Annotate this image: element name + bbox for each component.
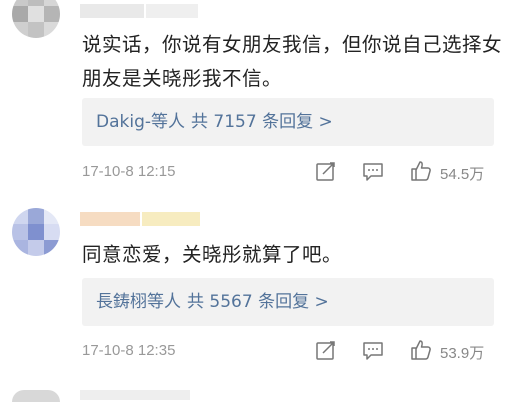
replies-link[interactable]: 長鋳栩等人共 5567 条回复 > [82, 278, 494, 326]
comment-time: 17-10-8 12:15 [82, 163, 176, 180]
avatar-pixel [28, 240, 44, 256]
avatar-pixel [44, 22, 60, 38]
next-comment-peek [0, 386, 510, 402]
replies-link[interactable]: Dakig-等人共 7157 条回复 > [82, 98, 494, 146]
thumbs-up-icon[interactable] [409, 159, 431, 181]
username-blurred[interactable] [80, 4, 198, 18]
avatar-pixel [44, 208, 60, 224]
avatar[interactable] [12, 0, 60, 38]
username-blurred [80, 390, 190, 400]
avatar-pixel [28, 6, 44, 22]
thumbs-up-icon[interactable] [409, 338, 431, 360]
like-count: 54.5万 [440, 166, 485, 183]
avatar[interactable] [12, 208, 60, 256]
reply-users: Dakig-等人 [96, 112, 186, 132]
avatar-pixel [44, 224, 60, 240]
avatar-pixel [44, 6, 60, 22]
like-count: 53.9万 [440, 345, 485, 362]
reply-count: 共 5567 条回复 > [187, 292, 329, 312]
avatar-pixel [12, 6, 28, 22]
avatar-pixel [12, 208, 28, 224]
avatar-pixel [44, 240, 60, 256]
comment-time: 17-10-8 12:35 [82, 342, 176, 359]
username-blurred[interactable] [80, 212, 200, 226]
reply-users: 長鋳栩等人 [96, 292, 181, 312]
comment-icon[interactable] [362, 160, 384, 182]
avatar-pixel [28, 224, 44, 240]
avatar-pixel [28, 22, 44, 38]
avatar [12, 390, 60, 402]
avatar-pixel [12, 240, 28, 256]
comment-icon[interactable] [362, 339, 384, 361]
comment-text: 说实话，你说有女朋友我信，但你说自己选择女朋友是关晓彤我不信。 [82, 33, 503, 90]
avatar-pixel [12, 22, 28, 38]
share-icon[interactable] [315, 339, 337, 361]
comment-text: 同意恋爱，关晓彤就算了吧。 [82, 243, 343, 266]
share-icon[interactable] [315, 160, 337, 182]
avatar-pixel [28, 208, 44, 224]
reply-count: 共 7157 条回复 > [191, 112, 333, 132]
avatar-pixel [12, 224, 28, 240]
